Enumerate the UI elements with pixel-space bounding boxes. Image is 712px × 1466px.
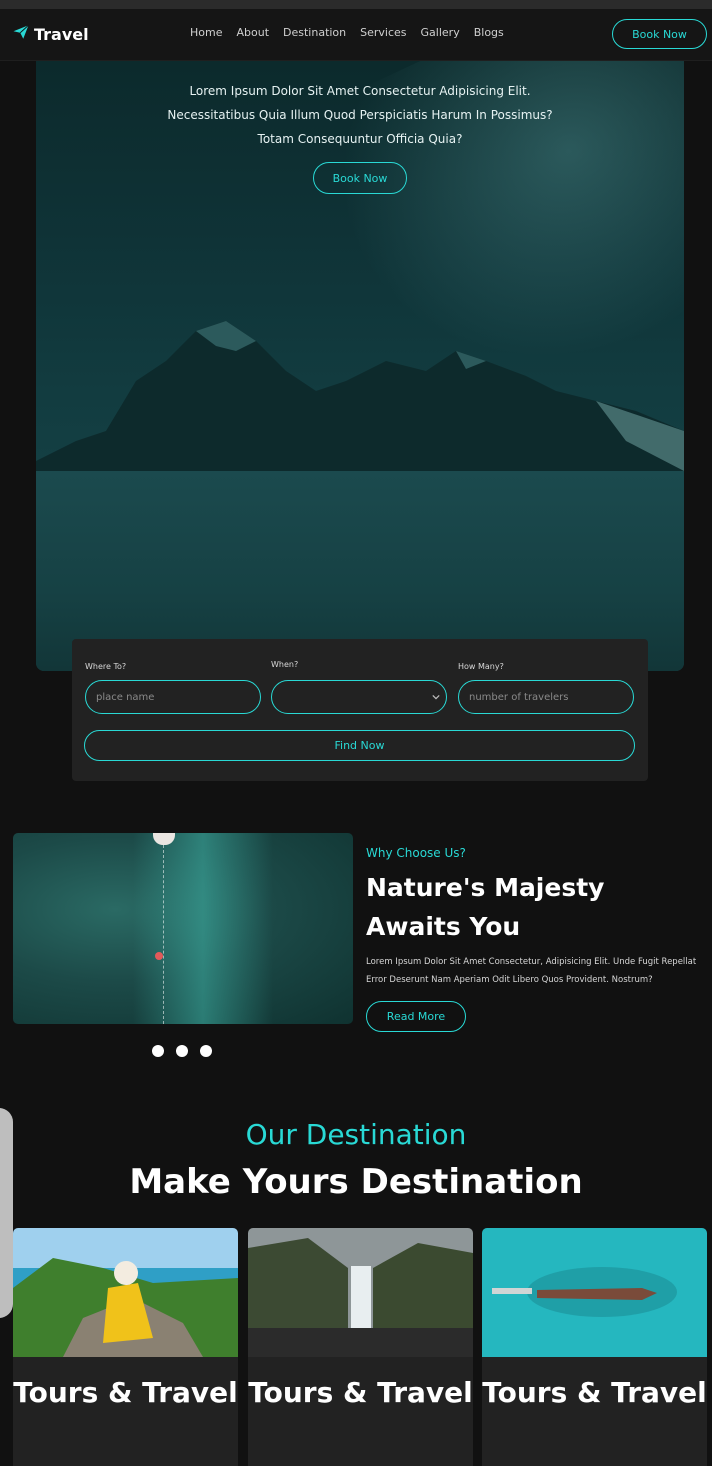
slider-dot-1[interactable] — [152, 1045, 164, 1057]
hero-line-1: Lorem Ipsum Dolor Sit Amet Consectetur A… — [189, 84, 531, 98]
travelers-placeholder: number of travelers — [469, 691, 569, 703]
shoal-water — [133, 833, 273, 1024]
slider-dots — [152, 1045, 212, 1057]
hero-banner: Lorem Ipsum Dolor Sit Amet Consectetur A… — [36, 61, 684, 671]
paper-plane-icon — [12, 23, 30, 45]
destination-card-3[interactable]: Tours & Travel — [482, 1228, 707, 1466]
nav-book-now-button[interactable]: Book Now — [612, 19, 707, 49]
nav-link-services[interactable]: Services — [360, 26, 406, 39]
destination-card-1[interactable]: Tours & Travel — [13, 1228, 238, 1466]
when-select[interactable] — [271, 680, 447, 714]
find-now-button[interactable]: Find Now — [84, 730, 635, 761]
why-title: Nature's Majesty Awaits You — [366, 873, 605, 941]
buoy-image — [155, 952, 163, 960]
boat-wake — [163, 845, 165, 1024]
travelers-input[interactable]: number of travelers — [458, 680, 634, 714]
when-label: When? — [271, 660, 299, 669]
card-image-waterfall — [248, 1228, 473, 1357]
hero-text: Lorem Ipsum Dolor Sit Amet Consectetur A… — [36, 79, 684, 151]
where-input[interactable]: place name — [85, 680, 261, 714]
why-slider-image — [13, 833, 353, 1024]
destination-title: Make Yours Destination — [129, 1162, 583, 1202]
nav-link-home[interactable]: Home — [190, 26, 222, 39]
nav-links: Home About Destination Services Gallery … — [190, 26, 504, 39]
why-subtitle: Why Choose Us? — [366, 846, 466, 860]
logo[interactable]: Travel — [12, 23, 89, 45]
nav-link-blogs[interactable]: Blogs — [474, 26, 504, 39]
slider-dot-2[interactable] — [176, 1045, 188, 1057]
slider-dot-3[interactable] — [200, 1045, 212, 1057]
card-image-shipwreck — [482, 1228, 707, 1357]
destination-card-2[interactable]: Tours & Travel — [248, 1228, 473, 1466]
destination-subtitle: Our Destination — [245, 1118, 467, 1151]
read-more-button[interactable]: Read More — [366, 1001, 466, 1032]
nav-link-destination[interactable]: Destination — [283, 26, 346, 39]
howmany-label: How Many? — [458, 662, 504, 671]
where-label: Where To? — [85, 662, 127, 671]
chevron-down-icon — [432, 694, 440, 700]
brand-name: Travel — [34, 24, 89, 44]
where-placeholder: place name — [96, 691, 155, 703]
card-title: Tours & Travel — [482, 1376, 707, 1409]
hero-line-3: Totam Consequuntur Officia Quia? — [257, 132, 463, 146]
hero-book-now-button[interactable]: Book Now — [313, 162, 407, 194]
card-title: Tours & Travel — [13, 1376, 238, 1409]
nav-link-about[interactable]: About — [236, 26, 269, 39]
card-title: Tours & Travel — [248, 1376, 473, 1409]
booking-search-card: Where To? place name When? How Many? num… — [72, 639, 648, 781]
why-text: Lorem Ipsum Dolor Sit Amet Consectetur, … — [366, 957, 697, 985]
hero-line-2: Necessitatibus Quia Illum Quod Perspicia… — [167, 108, 553, 122]
card-image-coast — [13, 1228, 238, 1357]
nav-link-gallery[interactable]: Gallery — [421, 26, 460, 39]
top-strip — [0, 0, 712, 9]
navbar: Travel Home About Destination Services G… — [0, 9, 712, 61]
